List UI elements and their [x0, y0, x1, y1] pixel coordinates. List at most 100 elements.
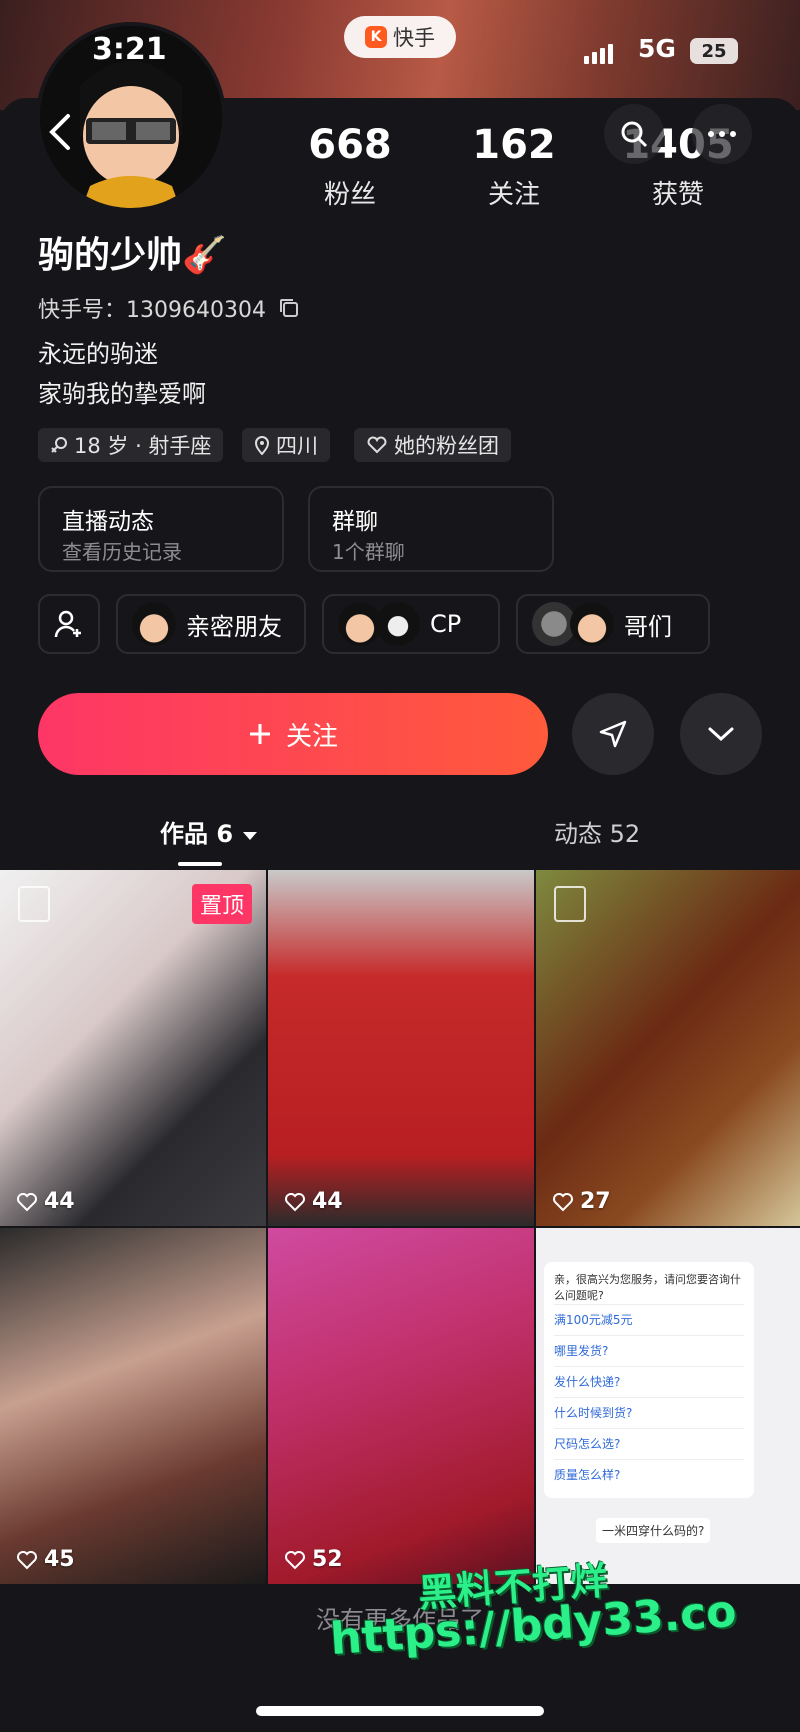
tag-age: 18 岁 · 射手座: [38, 428, 224, 462]
stat-following-value: 162: [472, 122, 556, 168]
chat-option: 什么时候到货?: [554, 1397, 744, 1428]
chat-screenshot: 亲，很高兴为您服务，请问您要咨询什么问题呢? 满100元减5元 哪里发货? 发什…: [544, 1262, 754, 1498]
group-chat-card[interactable]: 群聊 1个群聊: [308, 486, 554, 572]
live-history-title: 直播动态: [62, 509, 154, 535]
group-chat-title: 群聊: [332, 509, 378, 535]
like-count: 52: [284, 1547, 343, 1572]
content-tabs: 作品 6 动态 52: [0, 806, 800, 870]
tab-moments[interactable]: 动态 52: [554, 814, 640, 849]
search-icon: [621, 121, 648, 148]
search-button[interactable]: [604, 104, 664, 164]
follow-button[interactable]: 关注: [38, 693, 548, 775]
like-count-value: 52: [312, 1547, 343, 1572]
heart-icon: [285, 1550, 305, 1569]
battery-indicator: 25: [690, 38, 738, 64]
copy-icon[interactable]: [278, 297, 300, 319]
tag-age-label: 18 岁 · 射手座: [74, 434, 212, 458]
plus-icon: [249, 724, 270, 744]
chevron-left-icon: [49, 114, 70, 150]
network-type: 5G: [638, 34, 676, 63]
friend-avatar: [376, 602, 420, 646]
profile-name: 驹的少帅🎸: [38, 235, 227, 276]
bio: 永远的驹迷 家驹我的挚爱啊: [38, 334, 206, 414]
friend-group-cp-label: CP: [430, 610, 462, 638]
work-thumbnail[interactable]: 52: [268, 1228, 534, 1584]
like-count: 44: [16, 1189, 75, 1214]
friend-group-close[interactable]: 亲密朋友: [116, 594, 306, 654]
chat-option: 质量怎么样?: [554, 1459, 744, 1490]
bio-line-2: 家驹我的挚爱啊: [38, 380, 206, 408]
work-thumbnail[interactable]: 44: [268, 870, 534, 1226]
friend-group-cp[interactable]: CP: [322, 594, 500, 654]
friend-group-bros-label: 哥们: [624, 612, 672, 641]
chat-option: 哪里发货?: [554, 1335, 744, 1366]
stat-fans-label: 粉丝: [323, 180, 376, 210]
location-pin-icon: [254, 436, 270, 455]
more-dots-icon: [708, 131, 736, 137]
like-count: 45: [16, 1547, 75, 1572]
tag-fan-club[interactable]: 她的粉丝团: [354, 428, 511, 462]
image-post-icon: [554, 886, 586, 922]
tab-works-label: 作品 6: [160, 820, 234, 848]
active-tab-indicator: [178, 862, 222, 866]
caret-down-icon: [243, 832, 258, 840]
stat-fans-value: 668: [308, 122, 392, 168]
heart-icon: [285, 1192, 305, 1211]
friend-avatar: [570, 602, 614, 646]
like-count-value: 27: [580, 1189, 611, 1214]
image-post-icon: [18, 886, 50, 922]
send-icon: [599, 720, 627, 748]
like-count-value: 45: [44, 1547, 75, 1572]
status-time: 3:21: [92, 32, 167, 67]
heart-icon: [17, 1550, 37, 1569]
tab-works[interactable]: 作品 6: [160, 814, 259, 849]
like-count-value: 44: [44, 1189, 75, 1214]
kuaishou-logo-icon: K: [365, 26, 387, 48]
expand-button[interactable]: [680, 693, 762, 775]
stat-following[interactable]: 162 关注: [444, 124, 584, 211]
chat-option: 发什么快递?: [554, 1366, 744, 1397]
heart-outline-icon: [367, 436, 387, 454]
add-friend-button[interactable]: [38, 594, 100, 654]
back-button[interactable]: [48, 112, 72, 162]
more-button[interactable]: [692, 104, 752, 164]
follow-label: 关注: [285, 721, 338, 752]
chat-greeting: 亲，很高兴为您服务，请问您要咨询什么问题呢?: [554, 1273, 741, 1302]
friend-group-close-label: 亲密朋友: [186, 612, 282, 641]
like-count: 27: [552, 1189, 611, 1214]
stat-fans[interactable]: 668 粉丝: [280, 124, 420, 211]
send-message-button[interactable]: [572, 693, 654, 775]
live-history-card[interactable]: 直播动态 查看历史记录: [38, 486, 284, 572]
female-icon: [51, 437, 67, 453]
tag-fan-club-label: 她的粉丝团: [394, 434, 499, 458]
friend-avatar: [132, 602, 176, 646]
work-thumbnail[interactable]: 置顶 44: [0, 870, 266, 1226]
stat-likes-label: 获赞: [651, 180, 704, 210]
pinned-badge: 置顶: [191, 884, 252, 924]
chat-option: 尺码怎么选?: [554, 1428, 744, 1459]
chat-question: 一米四穿什么码的?: [596, 1518, 711, 1543]
tag-location: 四川: [242, 428, 330, 462]
heart-icon: [553, 1192, 573, 1211]
like-count: 44: [284, 1189, 343, 1214]
signal-icon: [584, 44, 616, 64]
tag-location-label: 四川: [276, 434, 318, 458]
friend-group-bros[interactable]: 哥们: [516, 594, 710, 654]
app-pill: K 快手: [344, 16, 456, 58]
heart-icon: [17, 1192, 37, 1211]
stat-following-label: 关注: [487, 180, 540, 210]
chat-option: 满100元减5元: [554, 1304, 744, 1335]
app-name: 快手: [393, 26, 435, 50]
home-indicator[interactable]: [256, 1706, 544, 1716]
kuaishou-id: 快手号：1309640304: [38, 298, 266, 323]
kuaishou-id-row: 快手号：1309640304: [38, 292, 300, 324]
work-thumbnail[interactable]: 亲，很高兴为您服务，请问您要咨询什么问题呢? 满100元减5元 哪里发货? 发什…: [536, 1228, 800, 1584]
chevron-down-icon: [708, 727, 734, 742]
work-thumbnail[interactable]: 27: [536, 870, 800, 1226]
like-count-value: 44: [312, 1189, 343, 1214]
work-thumbnail[interactable]: 45: [0, 1228, 266, 1584]
live-history-subtitle: 查看历史记录: [62, 540, 182, 564]
bio-line-1: 永远的驹迷: [38, 340, 158, 368]
add-user-icon: [54, 610, 81, 638]
group-chat-subtitle: 1个群聊: [332, 540, 405, 564]
